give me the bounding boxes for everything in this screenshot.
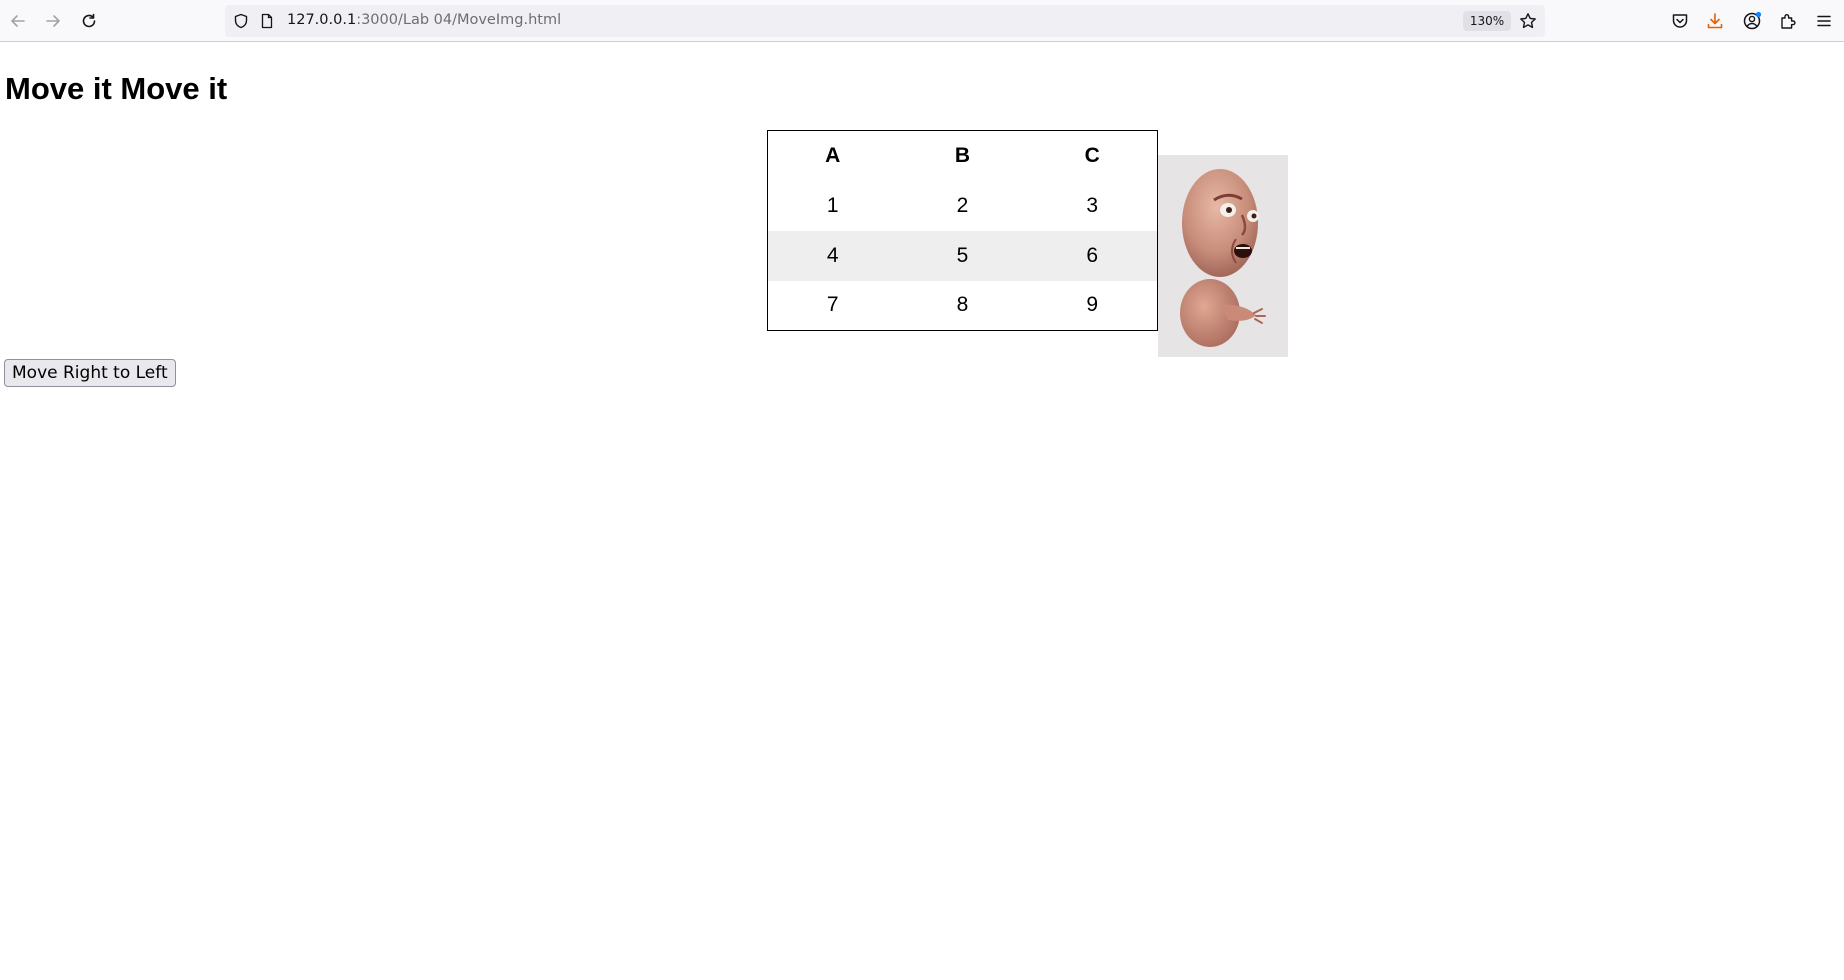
forward-button[interactable]: [37, 5, 69, 37]
browser-toolbar: 127.0.0.1:3000/Lab 04/MoveImg.html 130%: [0, 0, 1844, 42]
address-bar[interactable]: 127.0.0.1:3000/Lab 04/MoveImg.html 130%: [225, 5, 1545, 37]
table-header-cell: A: [825, 143, 841, 167]
table-cell: 8: [956, 293, 969, 317]
reload-icon: [82, 13, 96, 28]
table-row: 1 2 3: [768, 181, 1158, 231]
move-right-to-left-button[interactable]: Move Right to Left: [4, 359, 176, 387]
account-button[interactable]: [1736, 5, 1768, 37]
page-title: Move it Move it: [5, 71, 228, 106]
url-text[interactable]: 127.0.0.1:3000/Lab 04/MoveImg.html: [287, 12, 561, 28]
table-cell: 3: [1086, 193, 1099, 217]
back-button[interactable]: [2, 5, 34, 37]
data-table: A B C 1 2 3 4 5 6 7 8 9: [767, 130, 1158, 331]
meme-face-illustration: [1180, 169, 1266, 347]
table-row: 4 5 6: [767, 230, 1158, 281]
table-cell: 7: [826, 293, 839, 317]
download-icon: [1707, 13, 1723, 29]
table-cell: 6: [1027, 230, 1158, 281]
table-cell: 1: [826, 193, 839, 217]
table-cell: 5: [897, 230, 1028, 281]
table-row: 7 8 9: [768, 281, 1158, 331]
pocket-button[interactable]: [1664, 5, 1696, 37]
meme-image: [1158, 155, 1288, 357]
tracking-shield-icon[interactable]: [233, 13, 249, 29]
bookmark-star-icon[interactable]: [1519, 12, 1537, 30]
extensions-button[interactable]: [1772, 5, 1804, 37]
puzzle-piece-icon: [1781, 14, 1796, 29]
table-header-row: A B C: [768, 131, 1158, 181]
table-header-cell: C: [1084, 143, 1100, 167]
pocket-icon: [1672, 14, 1688, 28]
account-icon: [1743, 11, 1762, 30]
table-header-cell: B: [954, 143, 971, 167]
reload-button[interactable]: [73, 5, 105, 37]
page-content: Move it Move it A B C 1 2 3 4 5 6 7 8 9 …: [0, 43, 1844, 980]
table-cell: 4: [767, 230, 898, 281]
page-info-icon[interactable]: [259, 13, 275, 29]
hamburger-menu-icon: [1817, 15, 1831, 27]
table-cell: 9: [1086, 293, 1099, 317]
back-arrow-icon: [11, 15, 25, 27]
app-menu-button[interactable]: [1808, 5, 1840, 37]
url-path: :3000/Lab 04/MoveImg.html: [356, 12, 562, 28]
url-host: 127.0.0.1: [287, 12, 357, 28]
table-cell: 2: [956, 193, 969, 217]
downloads-button[interactable]: [1699, 5, 1731, 37]
forward-arrow-icon: [46, 15, 60, 27]
zoom-level-badge[interactable]: 130%: [1463, 11, 1511, 31]
